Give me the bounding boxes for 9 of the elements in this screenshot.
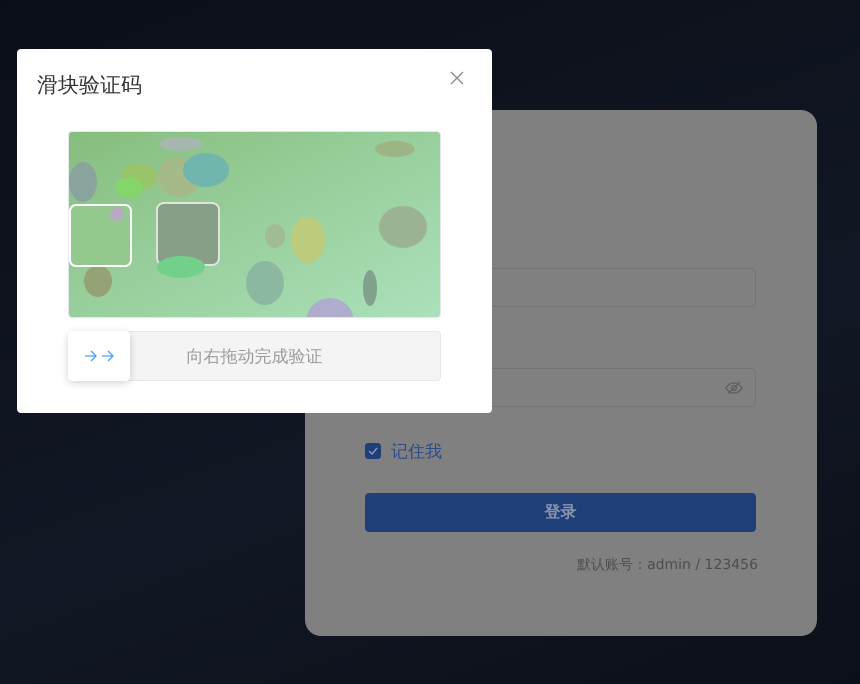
remember-label: 记住我	[391, 440, 442, 462]
login-button[interactable]: 登录	[365, 493, 756, 532]
slider-hint: 向右拖动完成验证	[186, 346, 322, 368]
slider-handle[interactable]	[68, 331, 130, 381]
remember-checkbox[interactable]	[365, 443, 381, 459]
dialog-title: 滑块验证码	[37, 72, 142, 99]
close-icon[interactable]	[450, 71, 464, 85]
check-icon	[368, 447, 378, 455]
double-arrow-icon	[84, 350, 114, 362]
